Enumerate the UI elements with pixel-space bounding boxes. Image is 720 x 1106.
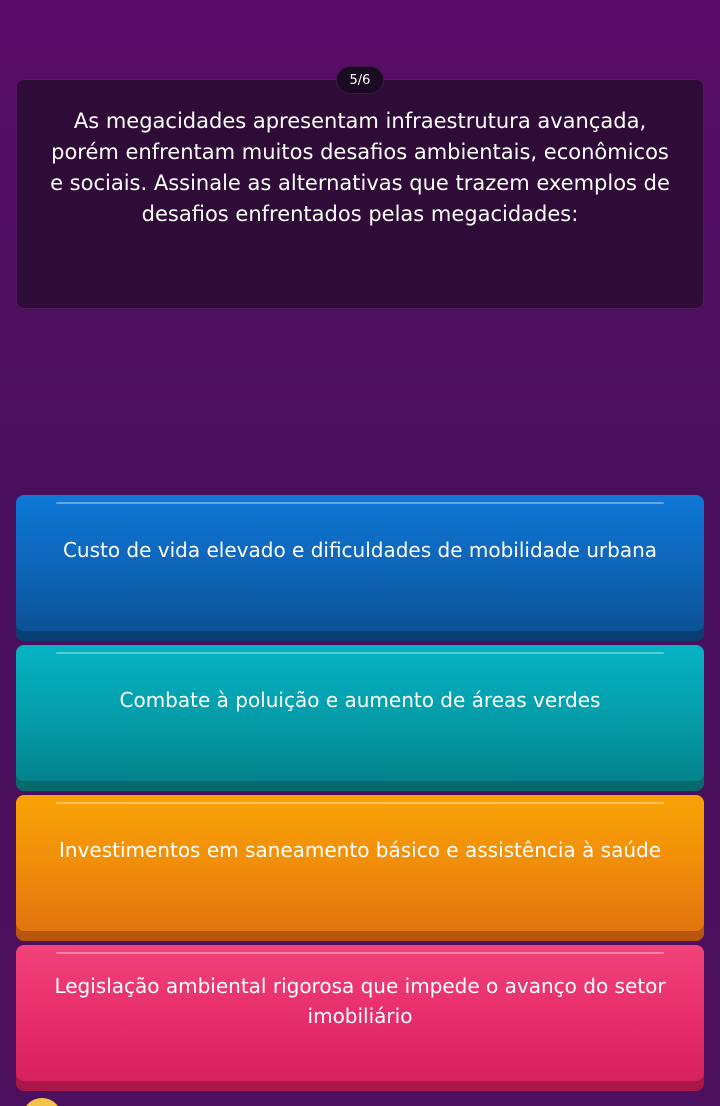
- answer-option-4[interactable]: Legislação ambiental rigorosa que impede…: [16, 945, 704, 1091]
- answer-option-1[interactable]: Custo de vida elevado e dificuldades de …: [16, 495, 704, 641]
- question-card: As megacidades apresentam infraestrutura…: [16, 79, 704, 309]
- answer-option-label: Combate à poluição e aumento de áreas ve…: [119, 688, 601, 712]
- answer-option-3[interactable]: Investimentos em saneamento básico e ass…: [16, 795, 704, 941]
- answer-option-label: Investimentos em saneamento básico e ass…: [58, 838, 661, 862]
- avatar: [22, 1098, 62, 1106]
- answer-option-label: Custo de vida elevado e dificuldades de …: [62, 538, 658, 562]
- option-gloss: [56, 952, 664, 954]
- option-gloss: [56, 652, 664, 654]
- answer-option-2[interactable]: Combate à poluição e aumento de áreas ve…: [16, 645, 704, 791]
- question-counter: 5/6: [336, 66, 384, 94]
- option-gloss: [56, 802, 664, 804]
- answer-option-label: Legislação ambiental rigorosa que impede…: [54, 974, 666, 1028]
- question-text: As megacidades apresentam infraestrutura…: [50, 109, 670, 226]
- option-gloss: [56, 502, 664, 504]
